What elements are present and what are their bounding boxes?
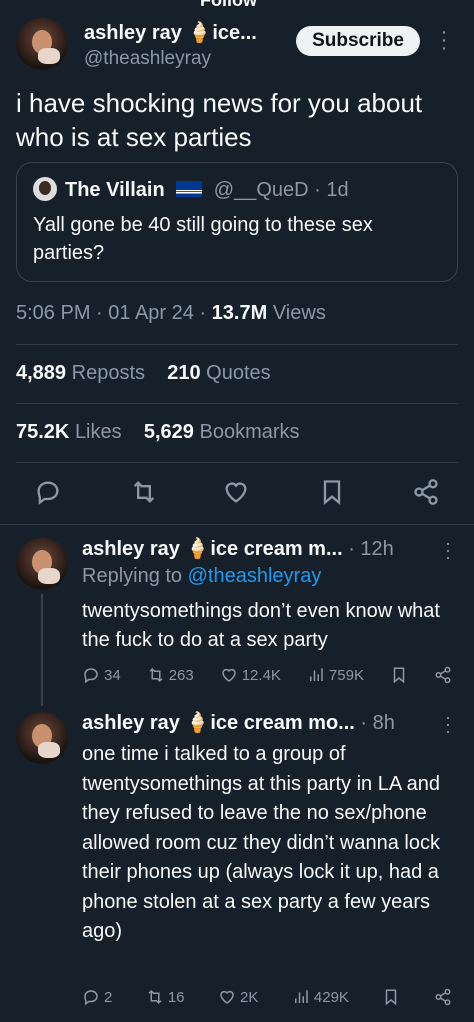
like-icon [221,668,236,682]
quote-avatar [33,177,57,201]
repost-count[interactable]: 263 [147,666,194,684]
share-button[interactable] [434,988,452,1006]
like-count[interactable]: 2K [218,988,258,1006]
bookmarks-stat[interactable]: 5,629 Bookmarks [144,421,300,443]
replying-to: Replying to @theashleyray [82,565,322,587]
author-name[interactable]: ashley ray 🍦ice... [84,20,257,45]
likes-stat[interactable]: 75.2K Likes [16,421,122,443]
author-avatar[interactable] [16,18,68,70]
quotes-stat[interactable]: 210 Quotes [167,362,270,384]
reply-header: ashley ray 🍦ice cream mo... · 8h [82,712,395,734]
repost-count[interactable]: 16 [146,988,185,1006]
reposts-quotes-row: 4,889 Reposts 210 Quotes [16,362,271,385]
quote-text: Yall gone be 40 still going to these sex… [33,214,373,264]
views-count[interactable]: 429K [292,988,349,1006]
bookmark-icon [386,989,397,1006]
reply-count[interactable]: 34 [82,666,121,684]
author-handle[interactable]: @theashleyray [84,48,211,70]
divider [16,403,458,404]
divider [0,524,474,525]
reply-header: ashley ray 🍦ice cream m... · 12h [82,538,394,560]
bookmark-button[interactable] [382,988,400,1006]
more-options-icon[interactable]: · · · [442,534,454,566]
divider [16,344,458,345]
reposts-stat[interactable]: 4,889 Reposts [16,362,145,384]
repost-icon [148,989,162,1005]
tweet-text: i have shocking news for you about who i… [16,88,423,152]
bookmark-icon [393,667,405,684]
reply-avatar[interactable] [16,712,68,764]
reply-text: one time i talked to a group of twentyso… [82,743,440,942]
header-partial: Follow [200,0,257,10]
share-button[interactable] [434,666,452,684]
bookmark-icon[interactable] [318,478,346,506]
views-icon [294,990,308,1003]
views-count[interactable]: 759K [307,666,364,684]
reply-count[interactable]: 2 [82,988,112,1006]
more-options-icon[interactable]: · · · [442,708,454,740]
views-icon [309,668,323,681]
reply-icon [84,668,98,684]
divider [16,462,458,463]
ice-cream-icon: 🍦 [187,22,213,44]
like-icon[interactable] [222,478,250,506]
ice-cream-icon: 🍦 [185,538,211,560]
subscribe-button[interactable]: Subscribe [296,26,420,56]
repost-icon[interactable] [130,478,158,506]
reply-actions: 2 16 2K 429K [82,988,452,1006]
share-icon [435,988,451,1006]
reply-icon[interactable] [34,478,62,506]
ice-cream-icon: 🍦 [185,712,211,734]
share-icon[interactable] [412,478,440,506]
share-icon [435,666,451,684]
flag-icon [176,181,203,197]
replying-handle-link[interactable]: @theashleyray [188,565,322,587]
reply-avatar[interactable] [16,538,68,590]
repost-icon [149,667,163,683]
quoted-tweet[interactable]: The Villain @__QueD · 1d Yall gone be 40… [16,162,458,282]
tweet-meta: 5:06 PM · 01 Apr 24 · 13.7M Views [16,302,326,324]
likes-bookmarks-row: 75.2K Likes 5,629 Bookmarks [16,421,300,444]
like-icon [220,990,234,1004]
bookmark-button[interactable] [390,666,408,684]
thread-line [41,594,43,706]
more-options-icon[interactable]: · · · [436,22,452,58]
reply-text: twentysomethings don’t even know what th… [82,600,440,651]
like-count[interactable]: 12.4K [220,666,281,684]
reply-actions: 34 263 12.4K 759K [82,666,452,684]
quote-header: The Villain @__QueD · 1d [65,179,349,201]
reply-icon [84,990,98,1006]
